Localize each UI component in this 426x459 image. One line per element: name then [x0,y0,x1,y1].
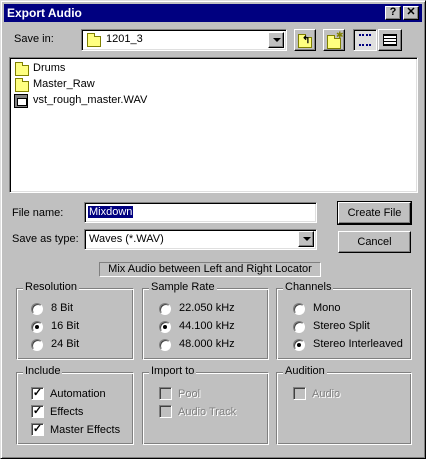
checkbox-icon [293,387,306,400]
radio-24-bit[interactable]: 24 Bit [31,338,111,352]
checkmark-icon: ✓ [31,387,44,400]
import-to-title: Import to [149,365,197,377]
checkbox-icon [159,387,172,400]
radio-icon [293,339,305,351]
radio-48000[interactable]: 48.000 kHz [159,338,259,352]
save-as-type-label: Save as type: [12,233,79,245]
save-as-type-dropdown[interactable]: Waves (*.WAV) [84,229,317,250]
radio-16-bit[interactable]: 16 Bit [31,320,111,334]
chevron-down-icon[interactable] [268,32,284,48]
up-folder-button[interactable]: ↰ [294,29,316,51]
audition-title: Audition [283,365,327,377]
save-as-type-value: Waves (*.WAV) [89,233,164,245]
folder-icon [87,33,101,47]
resolution-group: Resolution 8 Bit 16 Bit 24 Bit [16,281,134,360]
checkbox-icon [159,405,172,418]
radio-icon [31,321,43,333]
radio-icon [159,303,171,315]
radio-icon [159,339,171,351]
details-view-button[interactable] [378,29,402,51]
radio-22050[interactable]: 22.050 kHz [159,302,259,316]
radio-44100[interactable]: 44.100 kHz [159,320,259,334]
list-item[interactable]: vst_rough_master.WAV [14,94,174,109]
new-folder-button[interactable]: ✱ [323,29,345,51]
radio-mono[interactable]: Mono [293,302,408,316]
title-bar[interactable]: Export Audio ? ✕ [4,4,422,22]
wav-file-icon [14,94,28,108]
radio-icon [31,339,43,351]
create-file-button[interactable]: Create File [337,201,412,225]
checkbox-automation[interactable]: ✓ Automation [31,387,131,402]
list-view-button[interactable] [353,29,377,51]
checkbox-master-effects[interactable]: ✓ Master Effects [31,423,131,438]
file-list[interactable]: Drums Master_Raw vst_rough_master.WAV [9,57,418,193]
checkbox-effects[interactable]: ✓ Effects [31,405,131,420]
import-to-group: Import to Pool Audio Track [142,365,269,445]
cancel-button[interactable]: Cancel [338,231,411,253]
channels-group: Channels Mono Stereo Split Stereo Interl… [276,281,412,360]
save-in-dropdown[interactable]: 1201_3 [81,29,287,51]
checkmark-icon: ✓ [31,405,44,418]
checkbox-audio-track[interactable]: Audio Track [159,405,259,420]
audition-group: Audition Audio [276,365,412,445]
include-group: Include ✓ Automation ✓ Effects ✓ Master … [16,365,134,445]
help-button[interactable]: ? [385,6,401,20]
file-name-value: Mixdown [88,206,134,218]
dialog-title: Export Audio [7,6,82,20]
include-title: Include [23,365,63,377]
save-in-value: 1201_3 [106,33,143,45]
channels-title: Channels [283,281,334,293]
chevron-down-icon[interactable] [298,231,314,247]
list-item[interactable]: Master_Raw [14,78,134,93]
radio-icon [293,321,305,333]
export-audio-dialog: Export Audio ? ✕ Save in: 1201_3 ↰ ✱ Dru… [0,0,426,459]
file-name-label: File name: [12,207,64,219]
list-item[interactable]: Drums [14,62,134,77]
checkbox-audio[interactable]: Audio [293,387,393,402]
checkbox-pool[interactable]: Pool [159,387,259,402]
sample-rate-title: Sample Rate [149,281,217,293]
radio-stereo-split[interactable]: Stereo Split [293,320,408,334]
save-in-label: Save in: [14,33,54,45]
sample-rate-group: Sample Rate 22.050 kHz 44.100 kHz 48.000… [142,281,269,360]
close-button[interactable]: ✕ [403,6,419,20]
details-view-icon [383,34,397,46]
radio-icon [293,303,305,315]
radio-icon [31,303,43,315]
mix-range-note: Mix Audio between Left and Right Locator [99,262,321,277]
list-view-icon [359,34,371,46]
radio-icon [159,321,171,333]
file-name-input[interactable]: Mixdown [84,202,317,223]
resolution-title: Resolution [23,281,79,293]
folder-icon [15,78,29,92]
checkmark-icon: ✓ [31,423,44,436]
radio-stereo-interleaved[interactable]: Stereo Interleaved [293,338,408,352]
radio-8-bit[interactable]: 8 Bit [31,302,111,316]
folder-icon [15,62,29,76]
